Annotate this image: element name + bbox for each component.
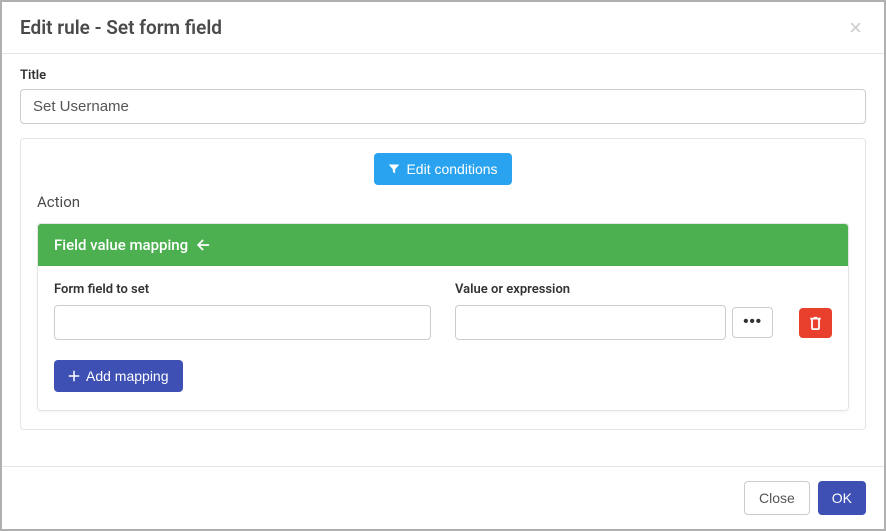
filter-icon [388, 163, 400, 175]
form-field-col: Form field to set [54, 282, 431, 340]
action-card: Edit conditions Action Field value mappi… [20, 138, 866, 430]
ellipsis-icon: ••• [743, 313, 762, 330]
add-mapping-button[interactable]: Add mapping [54, 360, 183, 392]
edit-rule-modal: Edit rule - Set form field × Title Edit … [2, 2, 884, 529]
form-field-input[interactable] [54, 305, 431, 340]
add-mapping-wrap: Add mapping [54, 360, 832, 392]
expression-picker-button[interactable]: ••• [732, 307, 773, 338]
value-input-group: ••• [455, 305, 832, 340]
modal-footer: Close OK [2, 466, 884, 529]
value-expression-input[interactable] [455, 305, 726, 340]
ok-button[interactable]: OK [818, 481, 866, 515]
mapping-header: Field value mapping [38, 224, 848, 266]
close-icon[interactable]: × [845, 17, 866, 39]
title-group: Title [20, 68, 866, 124]
action-section-label: Action [37, 193, 849, 211]
mapping-body: Form field to set Value or expression ••… [38, 266, 848, 410]
edit-conditions-label: Edit conditions [406, 161, 497, 177]
delete-mapping-button[interactable] [799, 308, 832, 338]
plus-icon [68, 370, 80, 382]
delete-wrap [799, 308, 832, 338]
add-mapping-label: Add mapping [86, 368, 169, 384]
trash-icon [809, 316, 822, 330]
close-button[interactable]: Close [744, 481, 810, 515]
edit-conditions-button[interactable]: Edit conditions [374, 153, 511, 185]
mapping-card: Field value mapping Form field to set Va… [37, 223, 849, 411]
form-field-label: Form field to set [54, 282, 431, 297]
value-col: Value or expression ••• [455, 282, 832, 340]
modal-header: Edit rule - Set form field × [2, 2, 884, 54]
title-input[interactable] [20, 89, 866, 124]
modal-body: Title Edit conditions Action Field value… [2, 54, 884, 466]
value-label: Value or expression [455, 282, 832, 297]
title-label: Title [20, 68, 866, 83]
arrow-left-icon [196, 238, 210, 252]
modal-title: Edit rule - Set form field [20, 16, 222, 39]
mapping-row: Form field to set Value or expression ••… [54, 282, 832, 340]
mapping-header-label: Field value mapping [54, 236, 188, 254]
edit-conditions-wrap: Edit conditions [37, 153, 849, 185]
